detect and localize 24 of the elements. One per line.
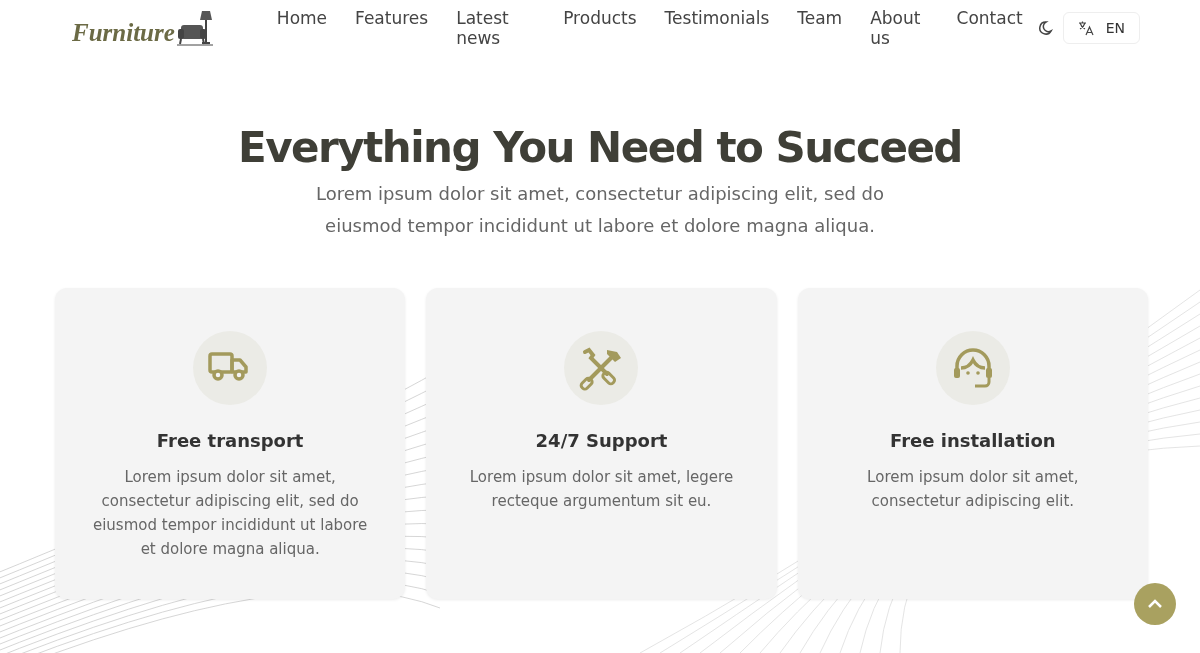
- nav-link[interactable]: Contact: [942, 3, 1037, 52]
- feature-title: Free installation: [890, 430, 1056, 451]
- scroll-top-button[interactable]: [1134, 583, 1176, 625]
- nav-link[interactable]: Products: [549, 3, 651, 52]
- feature-title: Free transport: [156, 430, 304, 451]
- feature-title: 24/7 Support: [535, 430, 668, 451]
- nav-link[interactable]: Latest news: [442, 3, 550, 52]
- nav-link[interactable]: Features: [341, 3, 443, 52]
- feature-text: Lorem ipsum dolor sit amet, consectetur adipiscing elit, sed do eiusmod tempor incididunt ut labore et dolore magna aliqua.: [91, 467, 369, 560]
- section-subtitle: Lorem ipsum dolor sit amet, consectetur adipiscing elit, sed do eiusmod tempor incididunt ut labore et dolore magna aliqua.: [314, 182, 886, 238]
- logo[interactable]: Furniture: [72, 8, 213, 47]
- logo-text[interactable]: Furniture: [72, 18, 175, 47]
- nav-link[interactable]: Testimonials: [650, 3, 784, 52]
- feature-text: Lorem ipsum dolor sit amet, legere recteque argumentum sit eu.: [468, 467, 735, 512]
- armchair-lamp-icon: [176, 8, 213, 47]
- nav-link[interactable]: Team: [783, 3, 857, 52]
- chevron-up-icon: [1147, 599, 1163, 609]
- section-title: Everything You Need to Succeed: [237, 123, 963, 172]
- moon-icon[interactable]: [1036, 19, 1053, 36]
- nav-link[interactable]: About us: [856, 3, 943, 52]
- language-button[interactable]: EN: [1062, 11, 1140, 44]
- translate-icon: [1077, 19, 1094, 36]
- feature-text: Lorem ipsum dolor sit amet, consectetur adipiscing elit.: [866, 467, 1080, 512]
- nav-link[interactable]: Home: [262, 3, 342, 52]
